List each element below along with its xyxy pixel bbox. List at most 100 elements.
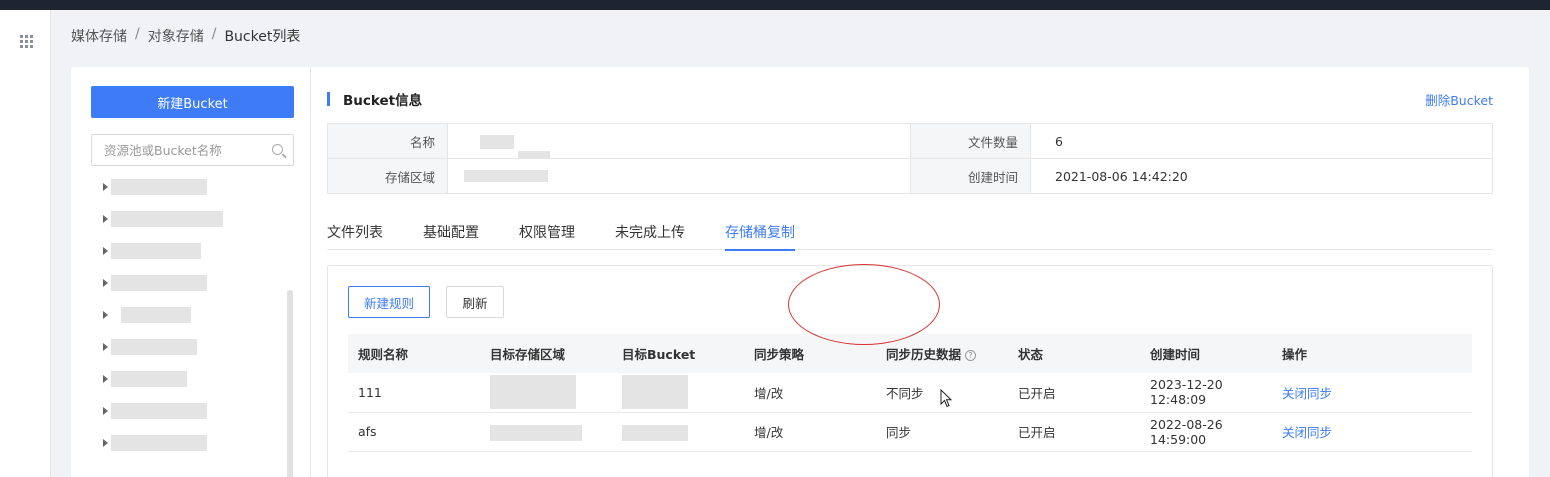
section-header: Bucket信息 <box>327 89 422 109</box>
caret-right-icon[interactable] <box>103 247 108 255</box>
redacted-value <box>480 135 514 149</box>
delete-bucket-link[interactable]: 删除Bucket <box>1425 90 1493 109</box>
resource-tree <box>101 171 271 459</box>
name-value <box>447 123 911 159</box>
breadcrumb-current: Bucket列表 <box>224 29 301 45</box>
breadcrumb-item[interactable]: 对象存储 <box>148 26 204 46</box>
bucket-info-table: 名称 文件数量 6 存储区域 创建时间 2021-08-06 14:42:20 <box>327 123 1493 194</box>
redacted-label <box>111 339 197 355</box>
created-label: 创建时间 <box>910 158 1031 194</box>
redacted-label <box>111 243 201 259</box>
tree-item[interactable] <box>101 171 271 203</box>
target-region-cell <box>480 412 612 452</box>
column-header: 状态 <box>1008 334 1140 373</box>
column-header: 操作 <box>1272 334 1472 373</box>
tree-scrollbar[interactable] <box>287 290 293 477</box>
replication-rules-table: 规则名称 目标存储区域 目标Bucket 同步策略 同步历史数据? 状态 创建时… <box>348 334 1472 452</box>
bucket-sidebar: 新建Bucket <box>71 67 311 477</box>
redacted-label <box>111 179 207 195</box>
column-header: 目标Bucket <box>612 334 744 373</box>
bucket-search-input[interactable] <box>92 135 262 165</box>
breadcrumb-separator: / <box>135 26 140 42</box>
left-rail <box>0 10 51 477</box>
caret-right-icon[interactable] <box>103 407 108 415</box>
breadcrumb-item[interactable]: 媒体存储 <box>71 26 127 46</box>
region-value <box>447 158 911 194</box>
refresh-button[interactable]: 刷新 <box>446 286 504 318</box>
column-header: 规则名称 <box>348 334 480 373</box>
tree-item[interactable] <box>101 331 271 363</box>
redacted-label <box>111 435 207 451</box>
new-rule-button[interactable]: 新建规则 <box>348 286 430 318</box>
target-bucket-cell <box>612 373 744 413</box>
column-header: 创建时间 <box>1140 334 1272 373</box>
redacted-label <box>111 275 207 291</box>
status-cell: 已开启 <box>1008 373 1140 413</box>
column-header: 目标存储区域 <box>480 334 612 373</box>
breadcrumb-separator: / <box>211 26 217 42</box>
rule-name-cell: afs <box>348 412 480 452</box>
tree-item[interactable] <box>101 203 271 235</box>
action-cell: 关闭同步 <box>1272 373 1472 413</box>
redacted-value <box>622 375 688 409</box>
caret-right-icon[interactable] <box>103 183 108 191</box>
table-header-row: 规则名称 目标存储区域 目标Bucket 同步策略 同步历史数据? 状态 创建时… <box>348 334 1472 373</box>
name-label: 名称 <box>327 123 448 159</box>
annotation-circle <box>788 264 940 345</box>
redacted-label <box>111 403 207 419</box>
tree-item[interactable] <box>101 363 271 395</box>
caret-right-icon[interactable] <box>103 311 108 319</box>
caret-right-icon[interactable] <box>103 279 108 287</box>
sync-history-cell: 同步 <box>876 412 1008 452</box>
detail-tabs: 文件列表 基础配置 权限管理 未完成上传 存储桶复制 <box>327 210 1493 251</box>
tree-item[interactable] <box>101 267 271 299</box>
tree-item[interactable] <box>101 299 271 331</box>
tab-incomplete-uploads[interactable]: 未完成上传 <box>615 210 685 250</box>
created-time-cell: 2022-08-26 14:59:00 <box>1140 412 1272 452</box>
file-count-label: 文件数量 <box>910 123 1031 159</box>
action-cell: 关闭同步 <box>1272 412 1472 452</box>
table-row: 111 增/改 不同步 已开启 2023-12-20 12:48:09 关闭同步 <box>348 373 1472 413</box>
tab-permissions[interactable]: 权限管理 <box>519 210 575 250</box>
redacted-label <box>121 307 191 323</box>
redacted-value <box>464 170 548 182</box>
target-region-cell <box>480 373 612 413</box>
help-icon[interactable]: ? <box>965 350 977 361</box>
main-card: 新建Bucket Bucket信息 删除Bucket 名称 <box>71 67 1529 477</box>
table-row: afs 增/改 同步 已开启 2022-08-26 14:59:00 关闭同步 <box>348 412 1472 452</box>
section-title: Bucket信息 <box>343 93 423 109</box>
region-label: 存储区域 <box>327 158 448 194</box>
search-icon[interactable] <box>272 144 283 155</box>
tree-item[interactable] <box>101 427 271 459</box>
caret-right-icon[interactable] <box>103 343 108 351</box>
tree-item[interactable] <box>101 235 271 267</box>
section-accent-bar <box>327 92 330 106</box>
status-cell: 已开启 <box>1008 412 1140 452</box>
created-value: 2021-08-06 14:42:20 <box>1030 158 1493 194</box>
redacted-value <box>490 375 576 409</box>
redacted-value <box>622 424 688 441</box>
redacted-label <box>111 371 187 387</box>
tab-file-list[interactable]: 文件列表 <box>327 210 383 250</box>
tree-item[interactable] <box>101 395 271 427</box>
caret-right-icon[interactable] <box>103 375 108 383</box>
sync-policy-cell: 增/改 <box>744 373 876 413</box>
tab-bucket-replication[interactable]: 存储桶复制 <box>725 210 795 251</box>
breadcrumb: 媒体存储 / 对象存储 / Bucket列表 <box>71 26 300 46</box>
top-bar <box>0 0 1550 10</box>
caret-right-icon[interactable] <box>103 215 108 223</box>
caret-right-icon[interactable] <box>103 439 108 447</box>
file-count-value: 6 <box>1030 123 1493 159</box>
mouse-cursor-icon <box>940 389 953 408</box>
redacted-value <box>490 424 582 441</box>
apps-grid-icon[interactable] <box>20 35 33 48</box>
tab-basic-config[interactable]: 基础配置 <box>423 210 479 250</box>
target-bucket-cell <box>612 412 744 452</box>
sync-policy-cell: 增/改 <box>744 412 876 452</box>
disable-sync-link[interactable]: 关闭同步 <box>1282 386 1332 401</box>
disable-sync-link[interactable]: 关闭同步 <box>1282 425 1332 440</box>
new-bucket-button[interactable]: 新建Bucket <box>91 86 294 118</box>
created-time-cell: 2023-12-20 12:48:09 <box>1140 373 1272 413</box>
rule-name-cell: 111 <box>348 373 480 413</box>
bucket-search[interactable] <box>91 134 294 166</box>
